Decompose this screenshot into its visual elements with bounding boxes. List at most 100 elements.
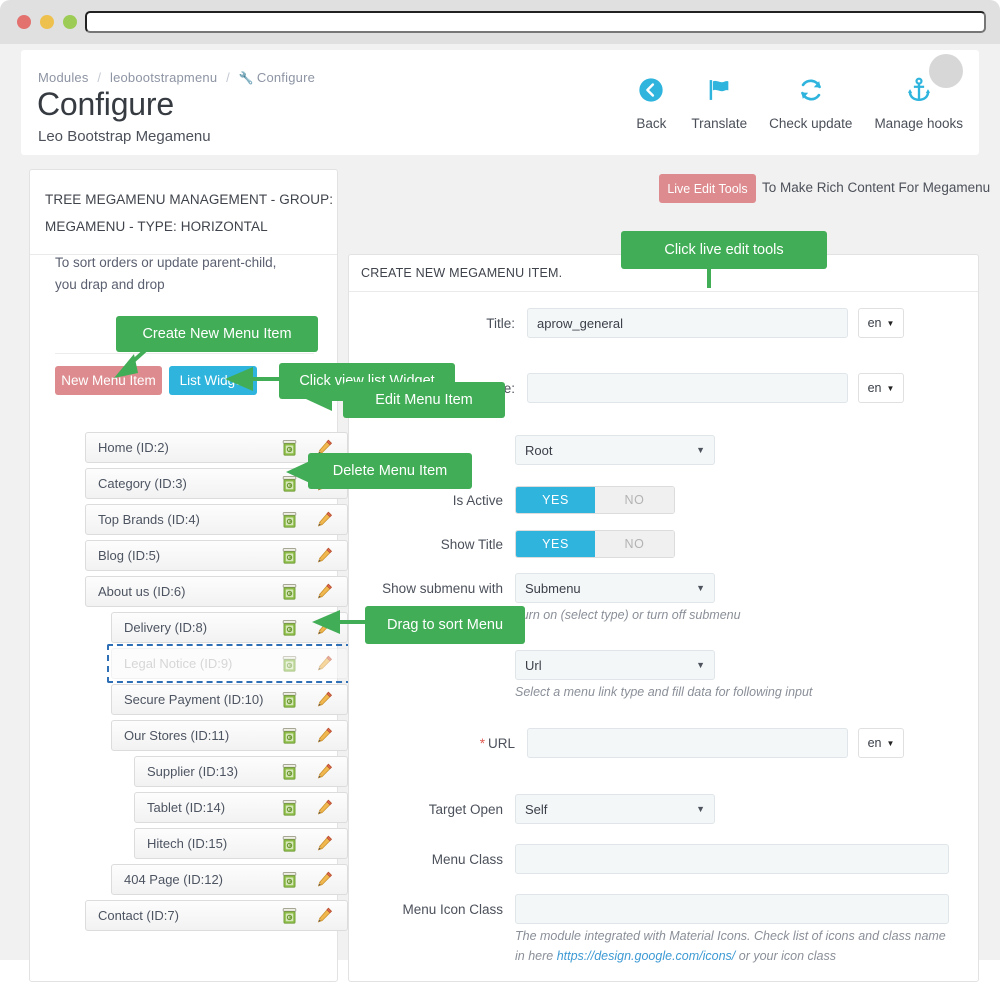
menu-icon-class-input[interactable] bbox=[515, 894, 949, 924]
breadcrumb-modules[interactable]: Modules bbox=[38, 70, 89, 85]
sub-title-language-label: en bbox=[868, 381, 882, 395]
tree-row-label: Legal Notice (ID:9) bbox=[112, 656, 281, 671]
trash-icon[interactable] bbox=[281, 728, 298, 744]
live-edit-bar: Live Edit Tools To Make Rich Content For… bbox=[348, 169, 979, 217]
tree-row[interactable]: Secure Payment (ID:10) bbox=[111, 684, 348, 715]
tree-row[interactable]: About us (ID:6) bbox=[85, 576, 348, 607]
is-active-toggle[interactable]: YES NO bbox=[515, 486, 675, 514]
material-icons-link[interactable]: https://design.google.com/icons/ bbox=[557, 949, 736, 963]
is-active-label: Is Active bbox=[349, 493, 503, 508]
trash-icon[interactable] bbox=[281, 512, 298, 528]
pencil-icon[interactable] bbox=[316, 511, 333, 528]
pencil-icon[interactable] bbox=[316, 655, 333, 672]
link-type-select[interactable]: Url ▼ bbox=[515, 650, 715, 680]
pencil-icon[interactable] bbox=[316, 691, 333, 708]
trash-icon[interactable] bbox=[281, 584, 298, 600]
parent-select[interactable]: Root ▼ bbox=[515, 435, 715, 465]
help-text-suffix: or your icon class bbox=[735, 949, 836, 963]
browser-window-chrome bbox=[0, 0, 1000, 44]
title-input[interactable] bbox=[527, 308, 848, 338]
maximize-window-button[interactable] bbox=[63, 15, 77, 29]
browser-url-input[interactable] bbox=[85, 11, 986, 33]
minimize-window-button[interactable] bbox=[40, 15, 54, 29]
tree-row[interactable]: Top Brands (ID:4) bbox=[85, 504, 348, 535]
traffic-lights bbox=[17, 15, 77, 29]
sub-title-language-button[interactable]: en ▼ bbox=[858, 373, 904, 403]
trash-icon[interactable] bbox=[281, 656, 298, 672]
tree-row[interactable]: Tablet (ID:14) bbox=[134, 792, 348, 823]
title-language-label: en bbox=[868, 316, 882, 330]
tree-row[interactable]: Legal Notice (ID:9) bbox=[111, 648, 348, 679]
pencil-icon[interactable] bbox=[316, 799, 333, 816]
pencil-icon-svg bbox=[316, 583, 333, 600]
show-title-yes[interactable]: YES bbox=[516, 531, 595, 557]
menu-class-input[interactable] bbox=[515, 844, 949, 874]
trash-icon[interactable] bbox=[281, 764, 298, 780]
help-text-prefix: in here bbox=[515, 949, 557, 963]
trash-icon[interactable] bbox=[281, 548, 298, 564]
trash-icon[interactable] bbox=[281, 836, 298, 852]
sub-title-input[interactable] bbox=[527, 373, 848, 403]
check-update-button[interactable]: Check update bbox=[758, 70, 863, 131]
breadcrumb-module-name[interactable]: leobootstrapmenu bbox=[110, 70, 217, 85]
trash-icon-svg bbox=[281, 692, 298, 708]
parent-select-value: Root bbox=[525, 443, 552, 458]
tree-panel-header: TREE MEGAMENU MANAGEMENT - GROUP: MEGAME… bbox=[30, 170, 337, 255]
tree-row[interactable]: 404 Page (ID:12) bbox=[111, 864, 348, 895]
tree-row-actions bbox=[281, 871, 347, 888]
trash-icon-svg bbox=[281, 584, 298, 600]
target-open-label: Target Open bbox=[349, 802, 503, 817]
menu-tree: Home (ID:2) Category (ID:3) Top Brands (… bbox=[30, 432, 339, 936]
url-language-label: en bbox=[868, 736, 882, 750]
close-window-button[interactable] bbox=[17, 15, 31, 29]
tree-row[interactable]: Hitech (ID:15) bbox=[134, 828, 348, 859]
pencil-icon[interactable] bbox=[316, 835, 333, 852]
back-button[interactable]: Back bbox=[622, 70, 680, 131]
header-actions: Back Translate bbox=[622, 70, 974, 131]
trash-icon-svg bbox=[281, 620, 298, 636]
trash-icon-svg bbox=[281, 836, 298, 852]
is-active-yes[interactable]: YES bbox=[516, 487, 595, 513]
pencil-icon-svg bbox=[316, 835, 333, 852]
trash-icon[interactable] bbox=[281, 872, 298, 888]
trash-icon[interactable] bbox=[281, 440, 298, 456]
trash-icon[interactable] bbox=[281, 620, 298, 636]
pencil-icon[interactable] bbox=[316, 727, 333, 744]
pencil-icon[interactable] bbox=[316, 583, 333, 600]
url-input[interactable] bbox=[527, 728, 848, 758]
tree-row[interactable]: Blog (ID:5) bbox=[85, 540, 348, 571]
trash-icon-svg bbox=[281, 440, 298, 456]
tree-row-label: Hitech (ID:15) bbox=[135, 836, 281, 851]
show-submenu-select-value: Submenu bbox=[525, 581, 581, 596]
field-row-url: *URL en ▼ bbox=[349, 728, 980, 758]
title-language-button[interactable]: en ▼ bbox=[858, 308, 904, 338]
pencil-icon[interactable] bbox=[316, 871, 333, 888]
tree-row[interactable]: Supplier (ID:13) bbox=[134, 756, 348, 787]
check-update-button-label: Check update bbox=[769, 116, 852, 131]
flag-icon bbox=[705, 70, 733, 110]
show-title-no[interactable]: NO bbox=[595, 531, 674, 557]
trash-icon[interactable] bbox=[281, 692, 298, 708]
url-language-button[interactable]: en ▼ bbox=[858, 728, 904, 758]
link-type-help: Select a menu link type and fill data fo… bbox=[515, 685, 812, 699]
tree-row[interactable]: Contact (ID:7) bbox=[85, 900, 348, 931]
pencil-icon[interactable] bbox=[316, 763, 333, 780]
show-title-toggle[interactable]: YES NO bbox=[515, 530, 675, 558]
pencil-icon[interactable] bbox=[316, 547, 333, 564]
is-active-no[interactable]: NO bbox=[595, 487, 674, 513]
field-row-target-open: Target Open Self ▼ bbox=[349, 794, 980, 824]
field-row-menu-class: Menu Class bbox=[349, 844, 980, 874]
translate-button[interactable]: Translate bbox=[680, 70, 758, 131]
show-submenu-select[interactable]: Submenu ▼ bbox=[515, 573, 715, 603]
manage-hooks-button[interactable]: Manage hooks bbox=[863, 70, 974, 131]
field-row-show-title: Show Title YES NO bbox=[349, 530, 980, 558]
field-row-is-active: Is Active YES NO bbox=[349, 486, 980, 514]
trash-icon[interactable] bbox=[281, 800, 298, 816]
target-open-select[interactable]: Self ▼ bbox=[515, 794, 715, 824]
tree-row-actions bbox=[281, 511, 347, 528]
trash-icon[interactable] bbox=[281, 908, 298, 924]
pencil-icon-svg bbox=[316, 547, 333, 564]
live-edit-tools-button[interactable]: Live Edit Tools bbox=[659, 174, 756, 203]
pencil-icon[interactable] bbox=[316, 907, 333, 924]
tree-row[interactable]: Our Stores (ID:11) bbox=[111, 720, 348, 751]
